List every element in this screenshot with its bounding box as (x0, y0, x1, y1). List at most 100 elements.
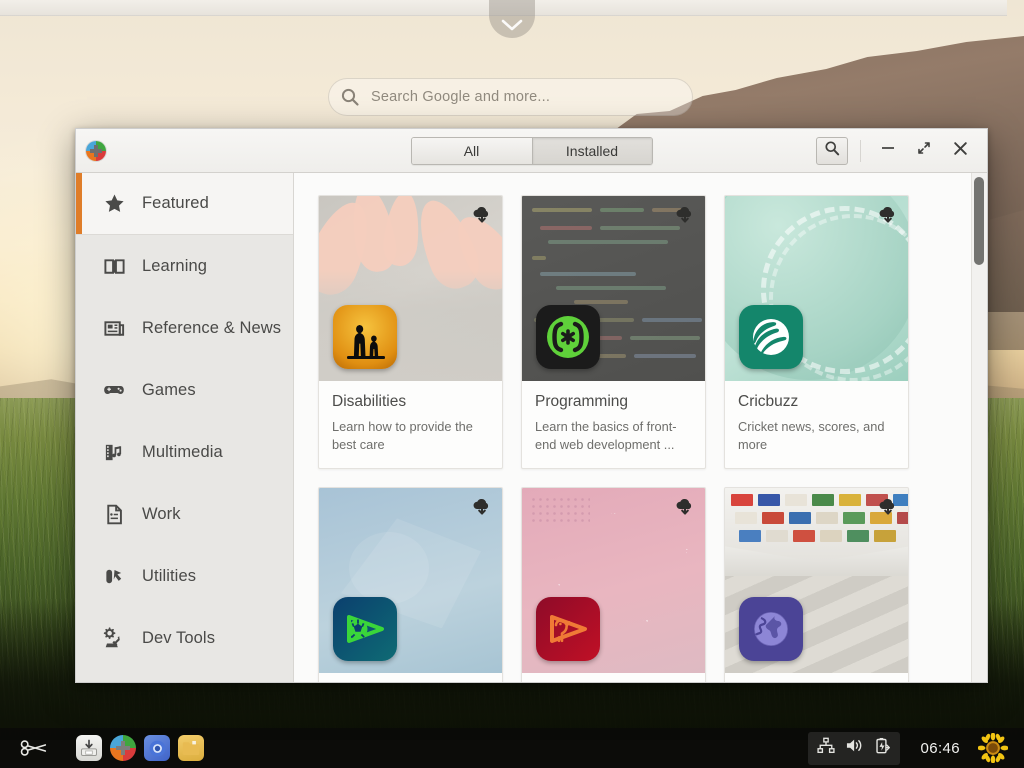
taskbar: 06:46 (0, 728, 1024, 768)
category-sidebar: Featured Learning (76, 173, 294, 682)
maximize-button[interactable] (907, 136, 941, 166)
sidebar-item-label: Utilities (142, 567, 196, 586)
card-description: Cricket news, scores, and more (738, 418, 895, 453)
tab-installed[interactable]: Installed (532, 138, 652, 164)
sidebar-item-multimedia[interactable]: Multimedia (76, 421, 293, 483)
window-body: Featured Learning (76, 173, 987, 682)
close-button[interactable] (943, 136, 977, 166)
view-tabs: All Installed (411, 137, 653, 165)
tools-icon (102, 564, 126, 588)
scrollbar-thumb[interactable] (974, 177, 984, 265)
cloud-download-icon[interactable] (877, 205, 899, 230)
browser-search-placeholder: Search Google and more... (371, 89, 550, 105)
cloud-download-icon[interactable] (674, 497, 696, 522)
titlebar-separator (860, 140, 861, 162)
star-icon (102, 192, 126, 216)
cloud-download-icon[interactable] (674, 205, 696, 230)
app-card[interactable]: Programming Learn the basics of front-en… (521, 195, 706, 469)
tray-indicators (808, 732, 900, 765)
gamepad-icon (102, 378, 126, 402)
card-text (319, 673, 502, 682)
minimize-icon (880, 140, 896, 161)
card-banner-pink-abstract (522, 488, 705, 673)
card-text: Programming Learn the basics of front-en… (522, 381, 705, 468)
app-card-grid: Disabilities Learn how to provide the be… (318, 195, 987, 682)
document-icon (102, 502, 126, 526)
book-icon (102, 254, 126, 278)
system-tray: 06:46 (808, 732, 1016, 765)
family-silhouette-icon (333, 305, 397, 369)
chromium-browser-icon[interactable] (144, 735, 170, 761)
card-title: Programming (535, 393, 692, 411)
card-banner-source-code (522, 196, 705, 381)
card-banner-cricket-ball (725, 196, 908, 381)
curly-braces-icon (536, 305, 600, 369)
cloud-download-icon[interactable] (471, 205, 493, 230)
app-store-icon[interactable] (110, 735, 136, 761)
app-card[interactable] (318, 487, 503, 682)
browser-search-box[interactable]: Search Google and more... (328, 78, 693, 116)
sidebar-item-featured[interactable]: Featured (76, 173, 294, 235)
sidebar-item-label: Dev Tools (142, 629, 215, 648)
globe-icon (739, 597, 803, 661)
archive-manager-icon[interactable] (76, 735, 102, 761)
sidebar-item-label: Games (142, 381, 196, 400)
app-card[interactable]: Cricbuzz Cricket news, scores, and more (724, 195, 909, 469)
titlebar-actions (816, 136, 977, 166)
card-text (522, 673, 705, 682)
card-banner-flag-book (725, 488, 908, 673)
window-titlebar[interactable]: All Installed (76, 129, 987, 173)
app-store-window: All Installed (75, 128, 988, 683)
card-title: Cricbuzz (738, 393, 895, 411)
sunflower-avatar[interactable] (978, 733, 1008, 763)
sidebar-item-utilities[interactable]: Utilities (76, 545, 293, 607)
cricbuzz-logo-icon (739, 305, 803, 369)
card-description: Learn how to provide the best care (332, 418, 489, 453)
sidebar-item-learning[interactable]: Learning (76, 235, 293, 297)
sidebar-item-dev-tools[interactable]: Dev Tools (76, 607, 293, 669)
chevron-down-icon (501, 18, 523, 32)
close-icon (952, 140, 969, 162)
sidebar-item-label: Reference & News (142, 319, 281, 338)
sidebar-item-label: Learning (142, 257, 207, 276)
battery-charging-icon[interactable] (874, 737, 891, 760)
sidebar-item-label: Multimedia (142, 443, 223, 462)
card-banner-sign-language (319, 196, 502, 381)
app-card[interactable]: Disabilities Learn how to provide the be… (318, 195, 503, 469)
card-text: Disabilities Learn how to provide the be… (319, 381, 502, 468)
search-icon (329, 78, 371, 116)
taskbar-clock[interactable]: 06:46 (920, 740, 960, 757)
football-play-icon (333, 597, 397, 661)
cloud-download-icon[interactable] (877, 497, 899, 522)
sidebar-item-reference-news[interactable]: Reference & News (76, 297, 293, 359)
network-icon[interactable] (817, 737, 835, 759)
app-store-icon (86, 141, 106, 161)
app-grid-area: Disabilities Learn how to provide the be… (294, 173, 987, 682)
tab-all[interactable]: All (412, 138, 532, 164)
maximize-icon (916, 140, 932, 161)
app-card[interactable] (521, 487, 706, 682)
card-text: Cricbuzz Cricket news, scores, and more (725, 381, 908, 468)
content-scrollbar[interactable] (971, 173, 987, 682)
search-icon (824, 140, 840, 161)
cloud-download-icon[interactable] (471, 497, 493, 522)
sidebar-item-work[interactable]: Work (76, 483, 293, 545)
card-text (725, 673, 908, 682)
card-description: Learn the basics of front-end web develo… (535, 418, 692, 453)
card-banner-football (319, 488, 502, 673)
film-music-icon (102, 440, 126, 464)
volume-icon[interactable] (845, 737, 864, 759)
newspaper-icon (102, 316, 126, 340)
scissors-icon[interactable] (8, 738, 62, 758)
app-card[interactable] (724, 487, 909, 682)
card-title: Disabilities (332, 393, 489, 411)
sidebar-item-games[interactable]: Games (76, 359, 293, 421)
gear-wrench-icon (102, 626, 126, 650)
search-button[interactable] (816, 137, 848, 165)
file-manager-icon[interactable] (178, 735, 204, 761)
bird-play-icon (536, 597, 600, 661)
taskbar-launchers (76, 735, 204, 761)
minimize-button[interactable] (871, 136, 905, 166)
sidebar-item-label: Featured (142, 194, 209, 213)
sidebar-item-label: Work (142, 505, 181, 524)
